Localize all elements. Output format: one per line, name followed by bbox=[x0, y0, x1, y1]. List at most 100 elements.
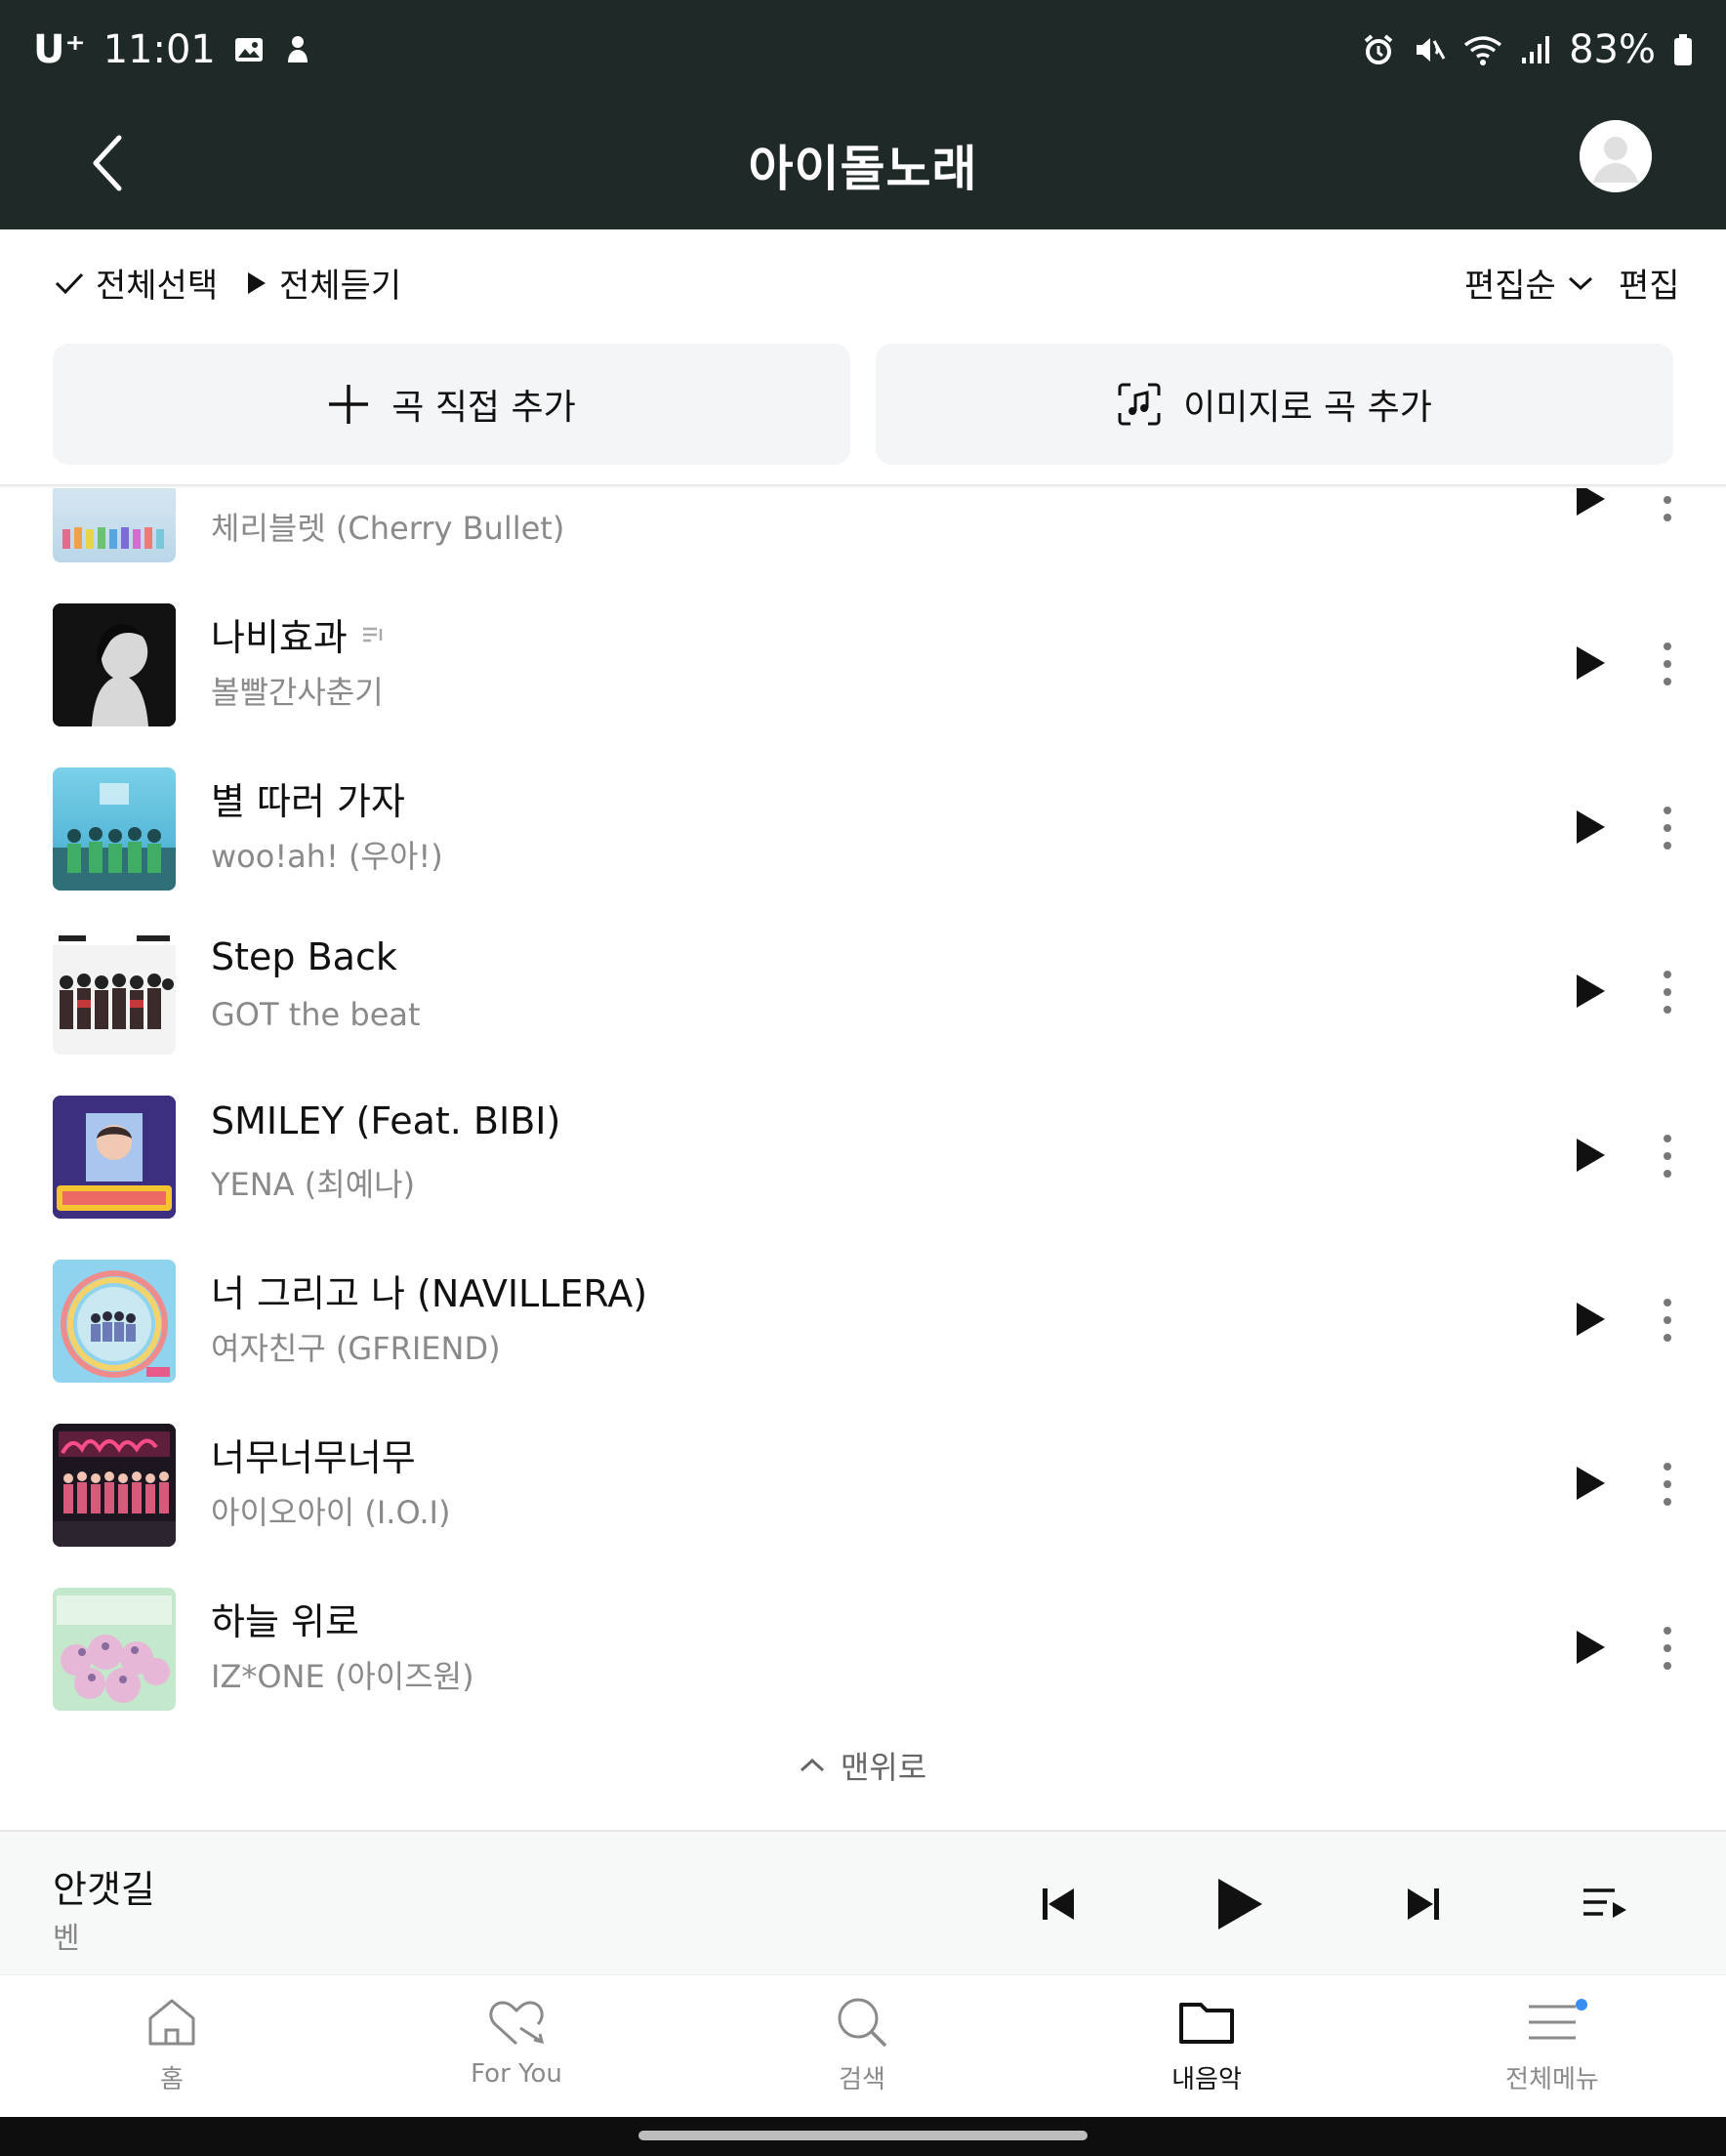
song-title: SMILEY (Feat. BIBI) bbox=[211, 1099, 561, 1142]
more-vertical-icon bbox=[1664, 1627, 1671, 1670]
add-song-direct-label: 곡 직접 추가 bbox=[391, 388, 576, 428]
row-more-button[interactable] bbox=[1650, 1129, 1685, 1183]
list-item[interactable]: 하늘 위로 IZ*ONE (아이즈원) bbox=[0, 1570, 1726, 1728]
list-item[interactable]: SMILEY (Feat. BIBI) YENA (최예나) bbox=[0, 1078, 1726, 1242]
add-song-direct-button[interactable]: 곡 직접 추가 bbox=[53, 344, 850, 465]
list-item[interactable]: 너무너무너무 아이오아이 (I.O.I) bbox=[0, 1406, 1726, 1570]
plus-icon bbox=[329, 385, 369, 424]
nav-for-you[interactable]: For You bbox=[399, 1995, 634, 2089]
nav-home[interactable]: 홈 bbox=[55, 1995, 289, 2095]
more-vertical-icon bbox=[1664, 1463, 1671, 1506]
select-all-label: 전체선택 bbox=[96, 267, 219, 306]
sort-dropdown[interactable]: 편집순 bbox=[1464, 259, 1593, 307]
player-play-button[interactable] bbox=[1205, 1869, 1275, 1939]
edit-label: 편집 bbox=[1619, 267, 1680, 306]
add-song-by-image-button[interactable]: 이미지로 곡 추가 bbox=[876, 344, 1673, 465]
row-more-button[interactable] bbox=[1650, 488, 1685, 527]
page-title: 아이돌노래 bbox=[748, 141, 978, 197]
song-artist: 아이오아이 (I.O.I) bbox=[211, 1494, 451, 1531]
song-artist: 체리블렛 (Cherry Bullet) bbox=[211, 510, 565, 547]
album-cover bbox=[53, 932, 176, 1055]
row-play-button[interactable] bbox=[1566, 488, 1615, 523]
album-art-image bbox=[53, 603, 176, 726]
row-more-button[interactable] bbox=[1650, 965, 1685, 1019]
album-art-image bbox=[53, 1096, 176, 1219]
wifi-icon bbox=[1463, 33, 1502, 66]
list-item[interactable]: 너 그리고 나 (NAVILLERA) 여자친구 (GFRIEND) bbox=[0, 1242, 1726, 1406]
image-scan-icon bbox=[1118, 383, 1161, 426]
row-more-button[interactable] bbox=[1650, 1293, 1685, 1348]
home-indicator[interactable] bbox=[638, 2131, 1088, 2140]
more-vertical-icon bbox=[1664, 807, 1671, 850]
menu-icon bbox=[1529, 2005, 1576, 2040]
play-icon bbox=[1577, 646, 1605, 680]
more-vertical-icon bbox=[1664, 1299, 1671, 1342]
list-item[interactable]: 나비효과 볼빨간사춘기 bbox=[0, 586, 1726, 750]
row-more-button[interactable] bbox=[1650, 637, 1685, 691]
album-art-image bbox=[62, 527, 164, 549]
album-art-image bbox=[53, 1588, 176, 1711]
more-vertical-icon bbox=[1664, 1135, 1671, 1178]
previous-button[interactable] bbox=[1023, 1869, 1093, 1939]
play-all-button[interactable]: 전체듣기 bbox=[246, 259, 401, 307]
nav-my-music[interactable]: 내음악 bbox=[1089, 1995, 1324, 2095]
notification-dot bbox=[1576, 1999, 1587, 2011]
list-item[interactable]: 별 따러 가자 woo!ah! (우아!) bbox=[0, 750, 1726, 914]
gallery-notification-icon bbox=[233, 34, 265, 65]
album-cover bbox=[53, 488, 176, 562]
edit-button[interactable]: 편집 bbox=[1619, 259, 1680, 307]
row-play-button[interactable] bbox=[1566, 1623, 1615, 1672]
scroll-to-top-button[interactable]: 맨위로 bbox=[0, 1743, 1726, 1788]
play-all-label: 전체듣기 bbox=[279, 267, 402, 306]
row-play-button[interactable] bbox=[1566, 803, 1615, 851]
select-all-button[interactable]: 전체선택 bbox=[55, 259, 218, 307]
song-title: 너무너무너무 bbox=[211, 1436, 416, 1479]
status-bar: U⁺ 11:01 83% bbox=[0, 0, 1726, 103]
battery-icon bbox=[1673, 33, 1693, 66]
user-avatar-icon bbox=[1580, 120, 1652, 192]
song-artist: GOT the beat bbox=[211, 996, 421, 1033]
nav-search[interactable]: 검색 bbox=[745, 1995, 979, 2095]
album-cover bbox=[53, 1424, 176, 1547]
mute-icon bbox=[1413, 33, 1446, 66]
play-icon bbox=[1577, 1139, 1605, 1172]
row-play-button[interactable] bbox=[1566, 1131, 1615, 1180]
song-artist: IZ*ONE (아이즈원) bbox=[211, 1658, 474, 1695]
row-play-button[interactable] bbox=[1566, 1459, 1615, 1508]
row-more-button[interactable] bbox=[1650, 801, 1685, 855]
bottom-navigation: 홈 For You 검색 내음악 전체메뉴 bbox=[0, 1974, 1726, 2117]
chevron-down-icon bbox=[1568, 276, 1592, 290]
nav-full-menu-label: 전체메뉴 bbox=[1505, 2065, 1599, 2094]
album-cover bbox=[53, 603, 176, 726]
song-title: 별 따러 가자 bbox=[211, 780, 405, 823]
nav-search-label: 검색 bbox=[839, 2065, 885, 2094]
song-list: 체리블렛 (Cherry Bullet) 나비효과 볼빨간사춘기 별 따러 가자… bbox=[0, 488, 1726, 1728]
song-artist: 여자친구 (GFRIEND) bbox=[211, 1330, 501, 1367]
play-icon bbox=[1577, 1303, 1605, 1336]
playlist-toolbar: 전체선택 전체듣기 편집순 편집 bbox=[0, 229, 1726, 332]
heart-arrow-icon bbox=[489, 2001, 545, 2046]
song-title: Step Back bbox=[211, 935, 397, 978]
playlist-queue-button[interactable] bbox=[1570, 1869, 1640, 1939]
add-song-by-image-label: 이미지로 곡 추가 bbox=[1183, 388, 1432, 428]
carrier-label: U⁺ bbox=[33, 27, 86, 72]
song-title: 나비효과 bbox=[211, 607, 385, 661]
row-play-button[interactable] bbox=[1566, 639, 1615, 687]
play-icon bbox=[1218, 1879, 1262, 1929]
folder-icon bbox=[1179, 2003, 1234, 2044]
list-item[interactable]: 체리블렛 (Cherry Bullet) bbox=[0, 488, 1726, 586]
nav-full-menu[interactable]: 전체메뉴 bbox=[1435, 1995, 1669, 2095]
app-notification-icon bbox=[282, 33, 313, 66]
play-icon bbox=[1577, 1467, 1605, 1500]
song-title: 너 그리고 나 (NAVILLERA) bbox=[211, 1272, 648, 1315]
row-play-button[interactable] bbox=[1566, 967, 1615, 1016]
next-button[interactable] bbox=[1388, 1869, 1459, 1939]
skip-previous-icon bbox=[1043, 1888, 1074, 1920]
row-more-button[interactable] bbox=[1650, 1621, 1685, 1676]
list-item[interactable]: Step Back GOT the beat bbox=[0, 914, 1726, 1078]
row-play-button[interactable] bbox=[1566, 1295, 1615, 1344]
avatar[interactable] bbox=[1580, 120, 1652, 192]
row-more-button[interactable] bbox=[1650, 1457, 1685, 1512]
mini-player[interactable]: 안갯길 벤 bbox=[0, 1830, 1726, 1974]
more-vertical-icon bbox=[1664, 496, 1671, 521]
